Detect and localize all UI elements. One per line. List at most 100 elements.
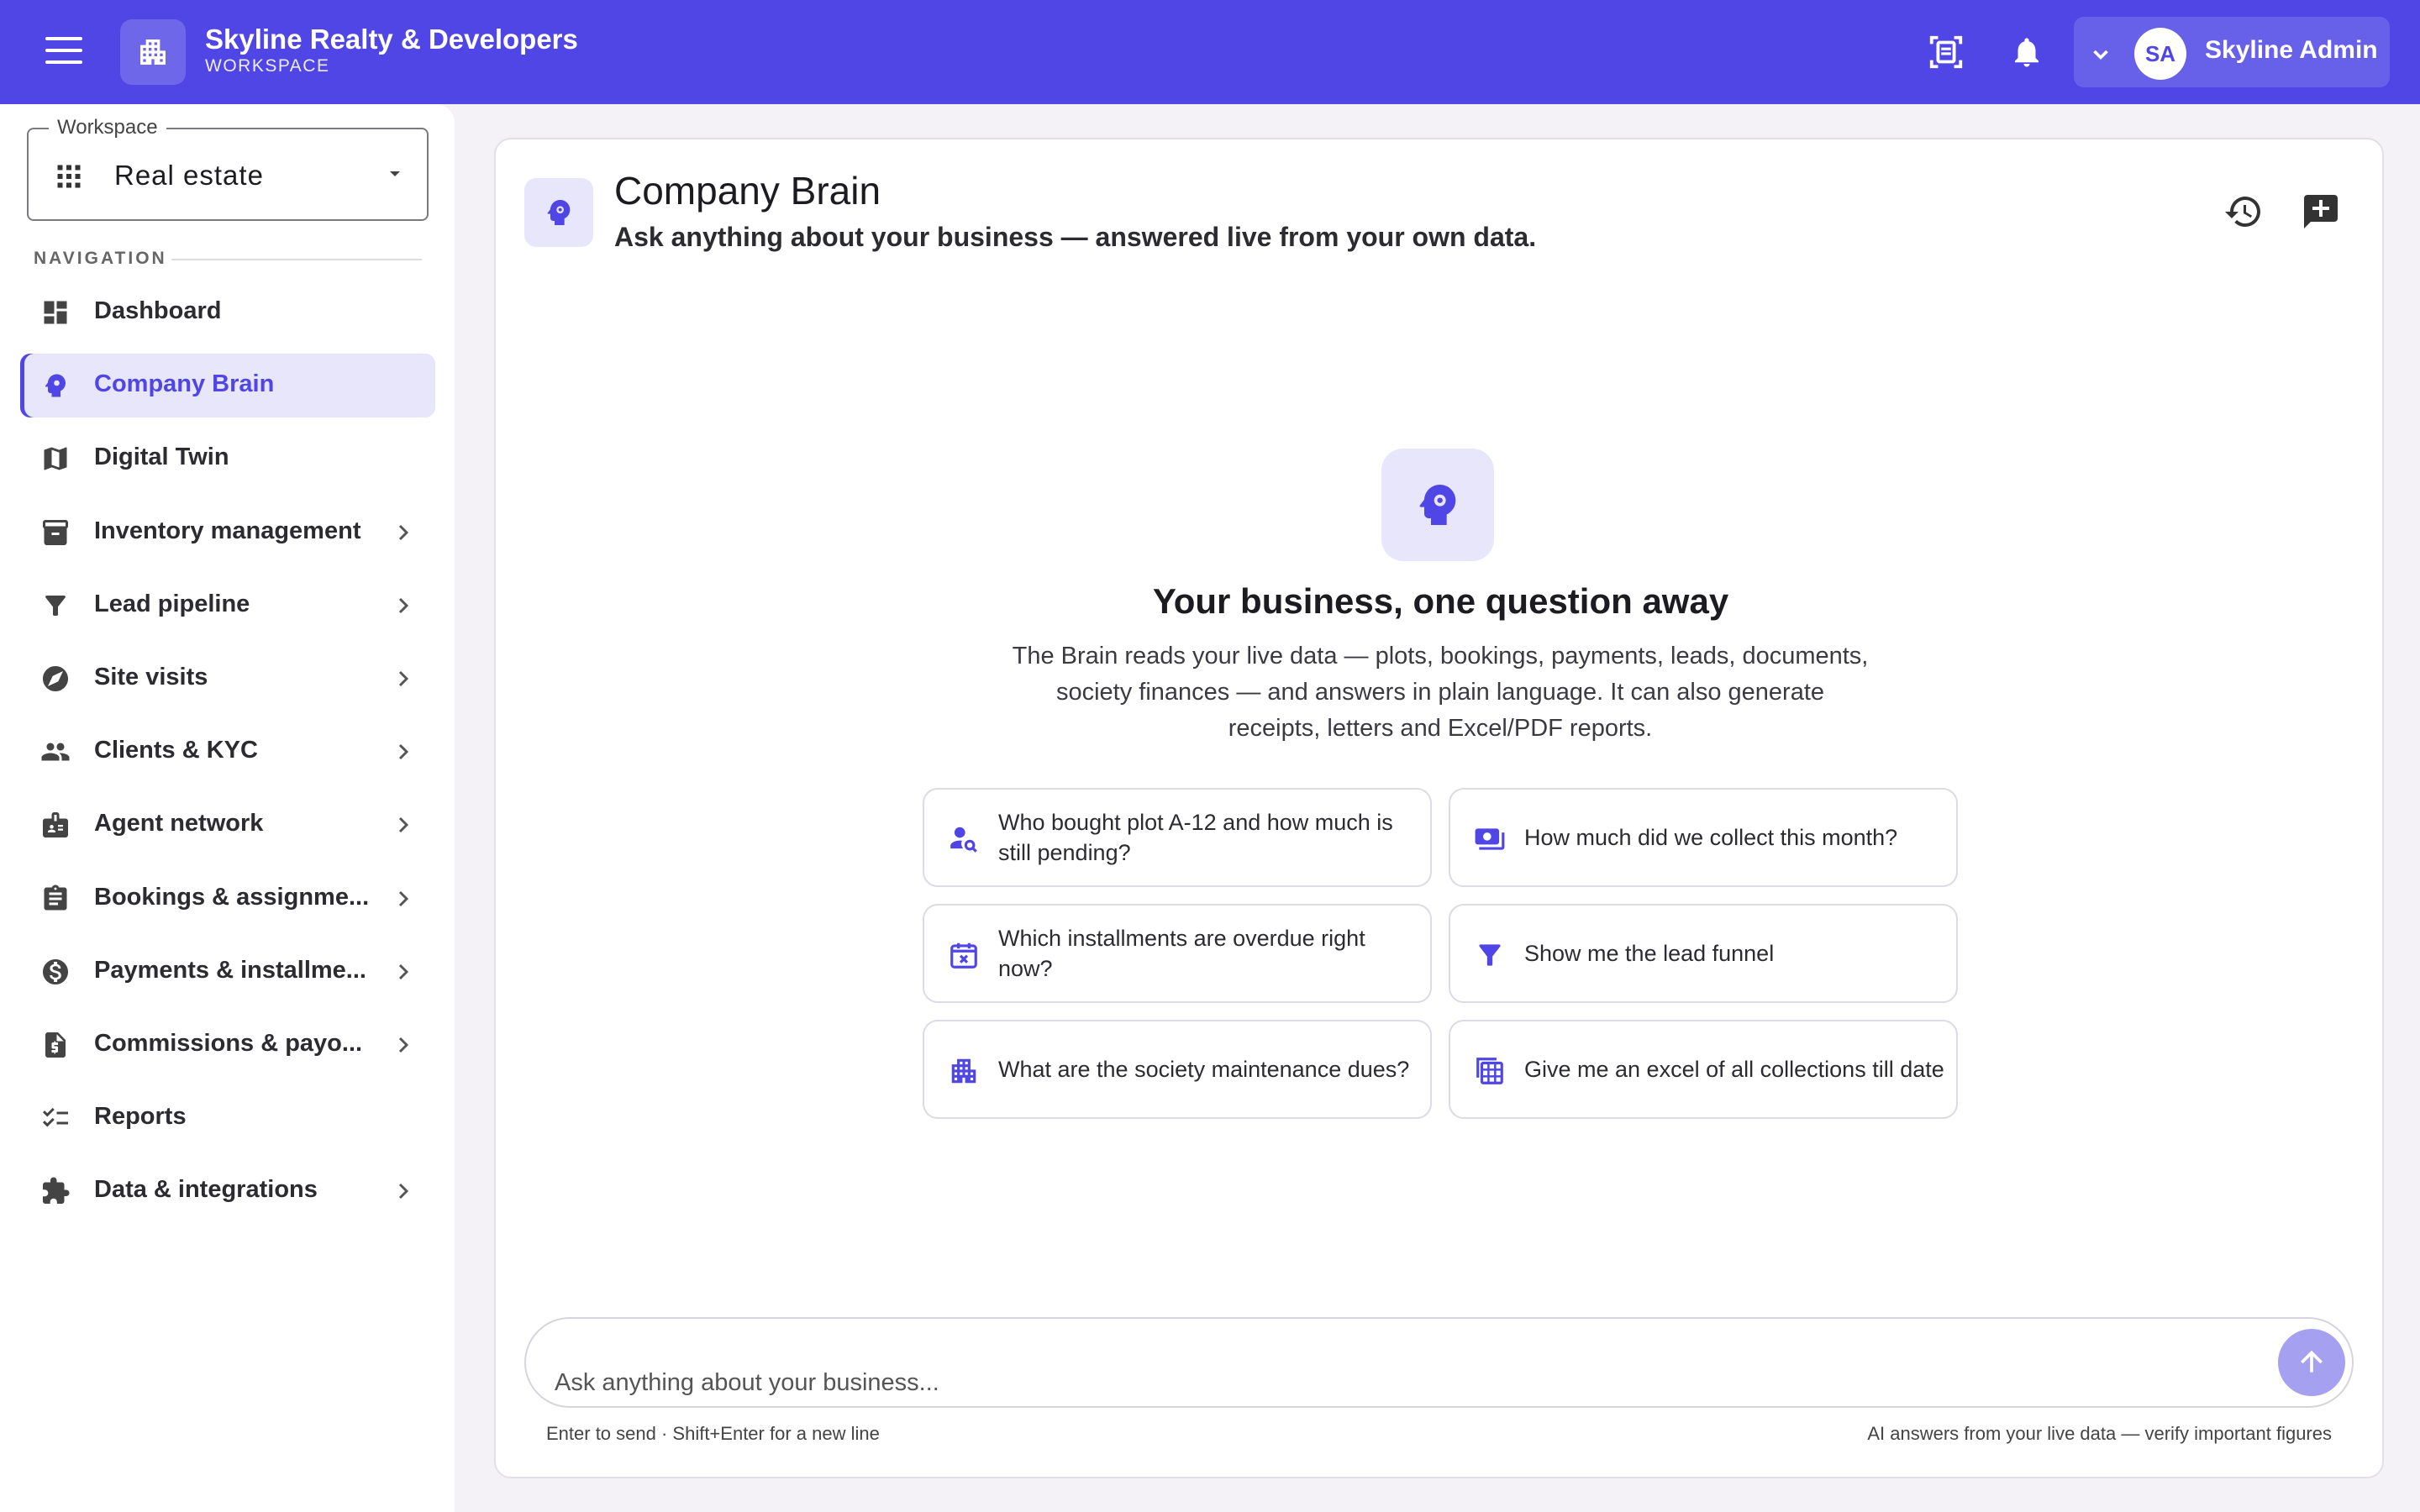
sidebar-item-label: Dashboard bbox=[94, 297, 222, 324]
person-search-icon bbox=[950, 827, 977, 853]
suggestion-card[interactable]: Give me an excel of all collections till… bbox=[1449, 1020, 1958, 1119]
new-chat-icon[interactable] bbox=[2297, 188, 2344, 235]
suggestion-card[interactable]: What are the society maintenance dues? bbox=[923, 1020, 1432, 1119]
clipboard-icon bbox=[44, 885, 67, 911]
sidebar-item-label: Clients & KYC bbox=[94, 737, 258, 764]
sidebar-item-bookings-assignme[interactable]: Bookings & assignme... bbox=[20, 867, 435, 931]
composer-hint: Enter to send · Shift+Enter for a new li… bbox=[546, 1423, 880, 1444]
avatar: SA bbox=[2134, 28, 2186, 80]
chevron-right-icon bbox=[398, 1037, 409, 1053]
building-logo-icon bbox=[120, 19, 186, 85]
puzzle-icon bbox=[43, 1177, 70, 1205]
chevron-down-icon bbox=[2093, 50, 2108, 60]
badge-icon bbox=[43, 812, 68, 838]
document-scanner-icon[interactable] bbox=[1923, 29, 1970, 76]
chevron-right-icon bbox=[398, 963, 409, 979]
hero-description: The Brain reads your live data — plots, … bbox=[1012, 643, 1869, 742]
nav-heading: NAVIGATION bbox=[34, 249, 167, 268]
sidebar-item-payments-installme[interactable]: Payments & installme... bbox=[20, 940, 435, 1004]
page-subtitle: Ask anything about your business — answe… bbox=[614, 222, 1537, 252]
suggestion-text: Give me an excel of all collections till… bbox=[1524, 1057, 1944, 1082]
sidebar-item-label: Inventory management bbox=[94, 517, 361, 544]
sidebar-item-label: Reports bbox=[94, 1103, 187, 1131]
sidebar: Workspace Real estate NAVIGATION Dashboa… bbox=[0, 104, 455, 1512]
checklist-icon bbox=[43, 1108, 68, 1127]
divider bbox=[171, 259, 422, 260]
sidebar-item-commissions-payo[interactable]: Commissions & payo... bbox=[20, 1013, 435, 1077]
dashboard-icon bbox=[44, 301, 67, 324]
brand-name: Skyline Realty & Developers bbox=[205, 24, 578, 55]
sidebar-item-reports[interactable]: Reports bbox=[20, 1086, 435, 1150]
dollar-icon bbox=[43, 958, 68, 984]
cash-icon bbox=[1475, 828, 1505, 850]
sidebar-item-inventory-management[interactable]: Inventory management bbox=[20, 501, 435, 564]
send-button[interactable] bbox=[2278, 1329, 2345, 1396]
sidebar-item-label: Agent network bbox=[94, 810, 264, 837]
sidebar-item-clients-kyc[interactable]: Clients & KYC bbox=[20, 720, 435, 784]
chevron-right-icon bbox=[398, 744, 409, 760]
suggestion-text: Who bought plot A-12 and how much is sti… bbox=[998, 810, 1393, 865]
sidebar-item-label: Site visits bbox=[94, 664, 208, 690]
composer bbox=[524, 1317, 2354, 1408]
compass-icon bbox=[43, 666, 68, 691]
sidebar-item-digital-twin[interactable]: Digital Twin bbox=[20, 427, 435, 491]
user-menu[interactable]: SA Skyline Admin bbox=[2074, 17, 2390, 87]
brain-icon bbox=[524, 178, 593, 247]
sidebar-item-site-visits[interactable]: Site visits bbox=[20, 647, 435, 711]
map-icon bbox=[44, 447, 67, 470]
bell-icon[interactable] bbox=[2003, 29, 2050, 76]
spreadsheet-icon bbox=[1476, 1058, 1503, 1084]
company-brain-panel: Company Brain Ask anything about your bu… bbox=[494, 138, 2384, 1478]
workspace-select[interactable]: Workspace Real estate bbox=[27, 116, 429, 221]
suggestion-text: Which installments are overdue right now… bbox=[998, 926, 1365, 981]
sidebar-item-label: Bookings & assignme... bbox=[94, 883, 370, 911]
brain-icon bbox=[45, 374, 66, 397]
chevron-right-icon bbox=[398, 597, 409, 613]
workspace-label: Workspace bbox=[49, 116, 166, 139]
page-title: Company Brain bbox=[614, 169, 881, 213]
sidebar-item-label: Data & integrations bbox=[94, 1176, 318, 1204]
sidebar-item-label: Payments & installme... bbox=[94, 956, 366, 984]
sidebar-item-data-integrations[interactable]: Data & integrations bbox=[20, 1159, 435, 1223]
history-icon[interactable] bbox=[2220, 188, 2267, 235]
funnel-icon bbox=[45, 595, 66, 616]
suggestion-card[interactable]: Who bought plot A-12 and how much is sti… bbox=[923, 788, 1432, 887]
suggestion-card[interactable]: How much did we collect this month? bbox=[1449, 788, 1958, 887]
sidebar-item-label: Company Brain bbox=[94, 370, 275, 398]
suggestion-card[interactable]: Which installments are overdue right now… bbox=[923, 904, 1432, 1003]
chevron-right-icon bbox=[398, 524, 409, 540]
chevron-right-icon bbox=[398, 890, 409, 906]
top-app-bar: Skyline Realty & Developers WORKSPACE SA… bbox=[0, 0, 2420, 104]
brand-subtitle: WORKSPACE bbox=[205, 56, 330, 76]
chevron-right-icon bbox=[398, 670, 409, 687]
funnel-icon bbox=[1479, 944, 1501, 966]
sidebar-item-label: Digital Twin bbox=[94, 444, 229, 471]
invoice-icon bbox=[45, 1032, 66, 1058]
ai-disclaimer: AI answers from your live data — verify … bbox=[1867, 1423, 2332, 1444]
apps-grid-icon bbox=[57, 165, 81, 188]
sidebar-item-company-brain[interactable]: Company Brain bbox=[20, 354, 435, 418]
workspace-value: Real estate bbox=[114, 160, 264, 191]
sidebar-item-label: Commissions & payo... bbox=[94, 1030, 363, 1057]
chevron-right-icon bbox=[398, 817, 409, 833]
sidebar-item-agent-network[interactable]: Agent network bbox=[20, 793, 435, 857]
calendar-x-icon bbox=[950, 942, 977, 969]
people-icon bbox=[41, 743, 70, 761]
suggestion-card[interactable]: Show me the lead funnel bbox=[1449, 904, 1958, 1003]
hero-title: Your business, one question away bbox=[1152, 581, 1729, 621]
sidebar-item-label: Lead pipeline bbox=[94, 590, 250, 617]
archive-icon bbox=[43, 519, 68, 545]
sidebar-item-lead-pipeline[interactable]: Lead pipeline bbox=[20, 574, 435, 638]
dropdown-caret-icon bbox=[390, 171, 400, 176]
hero-brain-icon bbox=[1381, 449, 1494, 561]
suggestion-text: Show me the lead funnel bbox=[1524, 941, 1775, 966]
sidebar-item-dashboard[interactable]: Dashboard bbox=[20, 281, 435, 344]
ask-input[interactable] bbox=[555, 1369, 2235, 1406]
suggestion-text: How much did we collect this month? bbox=[1524, 825, 1898, 850]
menu-icon[interactable] bbox=[45, 37, 82, 67]
suggestion-text: What are the society maintenance dues? bbox=[998, 1057, 1410, 1082]
chevron-right-icon bbox=[398, 1184, 409, 1200]
building-icon bbox=[951, 1058, 976, 1084]
arrow-up-icon bbox=[2301, 1350, 2323, 1373]
user-name: Skyline Admin bbox=[2205, 36, 2378, 64]
